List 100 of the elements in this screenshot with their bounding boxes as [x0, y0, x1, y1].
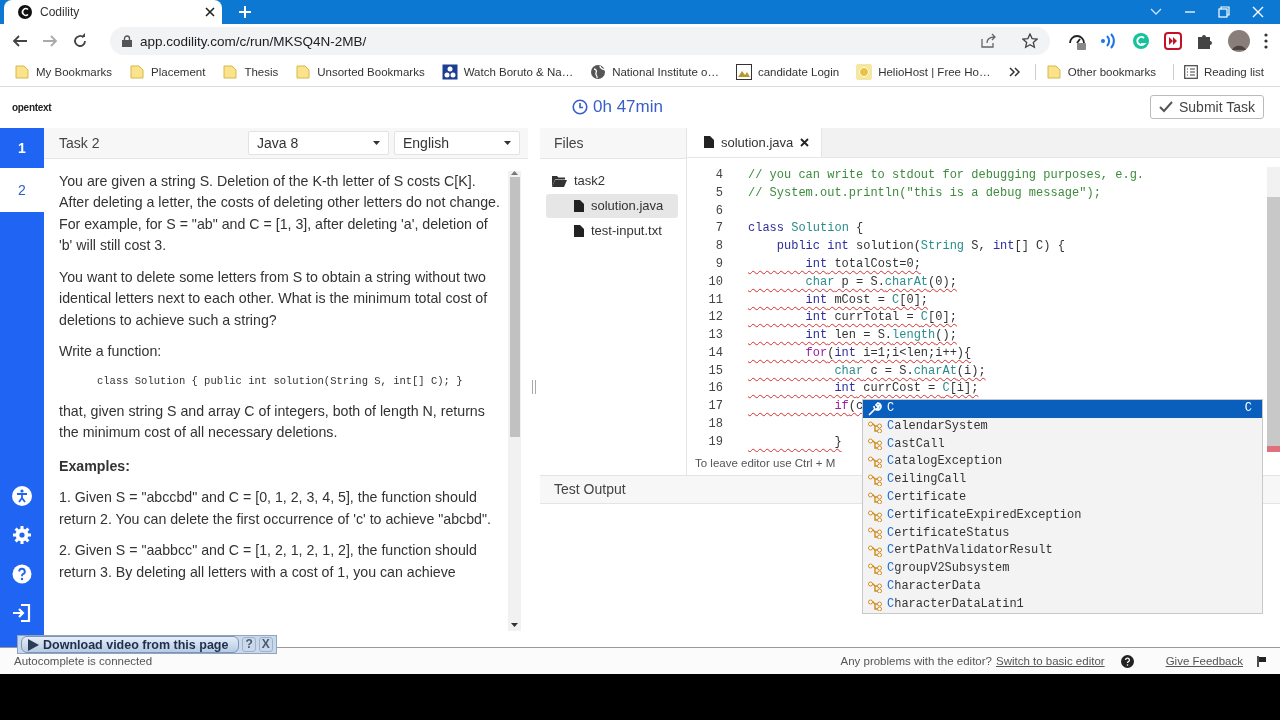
class-icon: [868, 545, 882, 558]
double-chevron-icon[interactable]: [1008, 67, 1021, 77]
panel-heading: Files: [554, 134, 584, 151]
help-icon[interactable]: [1120, 654, 1134, 668]
suggestion-item[interactable]: CharacterDataLatin1: [863, 595, 1262, 614]
bookmark[interactable]: Placement: [129, 64, 206, 80]
code-line[interactable]: public int solution(String S, int[] C) {: [748, 238, 1065, 256]
scrollbar[interactable]: [508, 170, 521, 631]
code-line[interactable]: if(c: [748, 398, 864, 417]
locale-dropdown[interactable]: English: [394, 130, 520, 155]
more-menu-icon[interactable]: [1264, 33, 1268, 49]
new-tab-icon[interactable]: [238, 5, 252, 19]
suggestion-item[interactable]: Certificate: [863, 488, 1262, 507]
suggestion-item[interactable]: CalendarSystem: [863, 417, 1262, 436]
class-icon: [868, 474, 882, 486]
folder-icon: [129, 64, 146, 80]
code-line[interactable]: char p = S.charAt(0);: [748, 273, 957, 292]
folder-item[interactable]: task2: [546, 168, 678, 193]
share-icon[interactable]: [980, 33, 996, 49]
suggestion-item[interactable]: CertificateExpiredException: [863, 506, 1262, 525]
suggestion-item[interactable]: CertPathValidatorResult: [863, 542, 1262, 561]
code-line[interactable]: int currTotal = C[0];: [748, 309, 957, 328]
profile-avatar-icon[interactable]: [1228, 30, 1250, 52]
paragraph: Write a function:: [59, 342, 163, 362]
caret-icon: [373, 140, 380, 145]
line-number: 5: [714, 184, 723, 202]
file-tab[interactable]: solution.java: [687, 127, 823, 157]
wrench-icon: [868, 401, 882, 416]
signal-waves-icon[interactable]: [1100, 32, 1118, 50]
accessibility-icon[interactable]: [12, 486, 32, 506]
suggestion-item[interactable]: CastCall: [863, 435, 1262, 454]
code-line[interactable]: int totalCost=0;: [748, 255, 921, 274]
file-item[interactable]: test-input.txt: [546, 218, 678, 243]
suggestion-item[interactable]: CatalogException: [863, 453, 1262, 472]
bookmark[interactable]: Unsorted Bookmarks: [295, 64, 425, 80]
file-item[interactable]: solution.java: [546, 193, 678, 218]
line-number: 15: [707, 362, 723, 380]
bookmark[interactable]: Thesis: [222, 64, 279, 80]
paragraph: You want to delete some letters from S to obtain a string without two identical letters next to each other. What is the minimum total cost of deletions to achieve such a string?: [59, 267, 489, 330]
file-icon: [574, 224, 584, 237]
code-line[interactable]: // System.out.println("this is a debug message");: [748, 184, 1101, 203]
language-dropdown[interactable]: Java 8: [248, 130, 389, 155]
fast-forward-icon[interactable]: [1164, 32, 1182, 50]
resize-handle-icon[interactable]: [532, 380, 536, 395]
check-icon: [1159, 101, 1173, 114]
code-line[interactable]: }: [748, 433, 842, 452]
bookmark[interactable]: National Institute o…: [590, 64, 719, 80]
class-icon: [868, 420, 882, 433]
code-line[interactable]: for(int i=1;i<len;i++){: [748, 344, 972, 363]
settings-icon[interactable]: [12, 525, 32, 545]
download-video-button[interactable]: Download video from this page: [21, 636, 240, 653]
file-icon: [704, 136, 714, 149]
suggestion-item[interactable]: CharacterData: [863, 577, 1262, 596]
bookmark[interactable]: candidate Login: [735, 64, 840, 80]
file-icon: [574, 199, 584, 212]
close-button[interactable]: X: [258, 637, 273, 652]
brand-logo: opentext: [12, 101, 53, 113]
line-number: 18: [707, 416, 723, 434]
list-icon: [1183, 65, 1198, 79]
folder-icon: [1045, 64, 1062, 80]
reading-list-button[interactable]: Reading list: [1183, 65, 1264, 79]
help-button[interactable]: ?: [242, 637, 256, 652]
lock-icon: [122, 35, 132, 47]
link[interactable]: Give Feedback: [1165, 655, 1243, 667]
submit-task-button[interactable]: Submit Task: [1150, 95, 1264, 120]
line-number: 6: [714, 202, 723, 220]
code-line[interactable]: int currCost = C[i];: [748, 380, 979, 399]
code-line[interactable]: int mCost = C[0];: [748, 291, 929, 310]
bookmark[interactable]: Watch Boruto & Na…: [441, 64, 574, 80]
code-line[interactable]: int len = S.length();: [748, 327, 957, 345]
puzzle-icon[interactable]: [1196, 32, 1214, 50]
bookmark[interactable]: Other bookmarks: [1045, 64, 1156, 80]
bookmark[interactable]: My Bookmarks: [14, 64, 113, 80]
code-line[interactable]: // you can write to stdout for debugging purposes, e.g.: [748, 166, 1145, 185]
suggestion-item[interactable]: CeilingCall: [863, 471, 1262, 489]
section-heading: Examples:: [59, 456, 131, 476]
suggestion-item[interactable]: CertificateStatus: [863, 524, 1262, 543]
logout-icon[interactable]: [12, 603, 32, 623]
clock-icon: [572, 99, 588, 116]
browser-tab[interactable]: Codility: [4, 0, 222, 24]
close-icon[interactable]: [800, 137, 810, 147]
restore-icon[interactable]: [1218, 6, 1230, 18]
suggestion-item[interactable]: C C: [863, 399, 1262, 418]
task-number-tab[interactable]: 2: [0, 167, 44, 212]
close-icon[interactable]: [204, 6, 216, 18]
code-line[interactable]: char c = S.charAt(i);: [748, 362, 986, 381]
back-icon[interactable]: [12, 33, 28, 49]
star-icon[interactable]: [1022, 33, 1038, 49]
scrollbar[interactable]: [1267, 166, 1280, 452]
editor-hint: To leave editor use Ctrl + M: [695, 457, 836, 470]
line-number: 13: [707, 327, 723, 345]
address-bar[interactable]: app.codility.com/c/run/MKSQ4N-2MB/: [110, 27, 1050, 55]
reload-icon[interactable]: [72, 33, 88, 49]
chevron-down-icon[interactable]: [1150, 8, 1162, 16]
code-line[interactable]: class Solution {: [748, 220, 864, 239]
suggestion-item[interactable]: CgroupV2Subsystem: [863, 560, 1262, 578]
gauge-icon[interactable]: [1068, 32, 1086, 50]
link[interactable]: Switch to basic editor: [995, 655, 1105, 667]
class-icon: [868, 509, 882, 522]
bookmark[interactable]: HelioHost | Free Ho…: [856, 64, 991, 80]
